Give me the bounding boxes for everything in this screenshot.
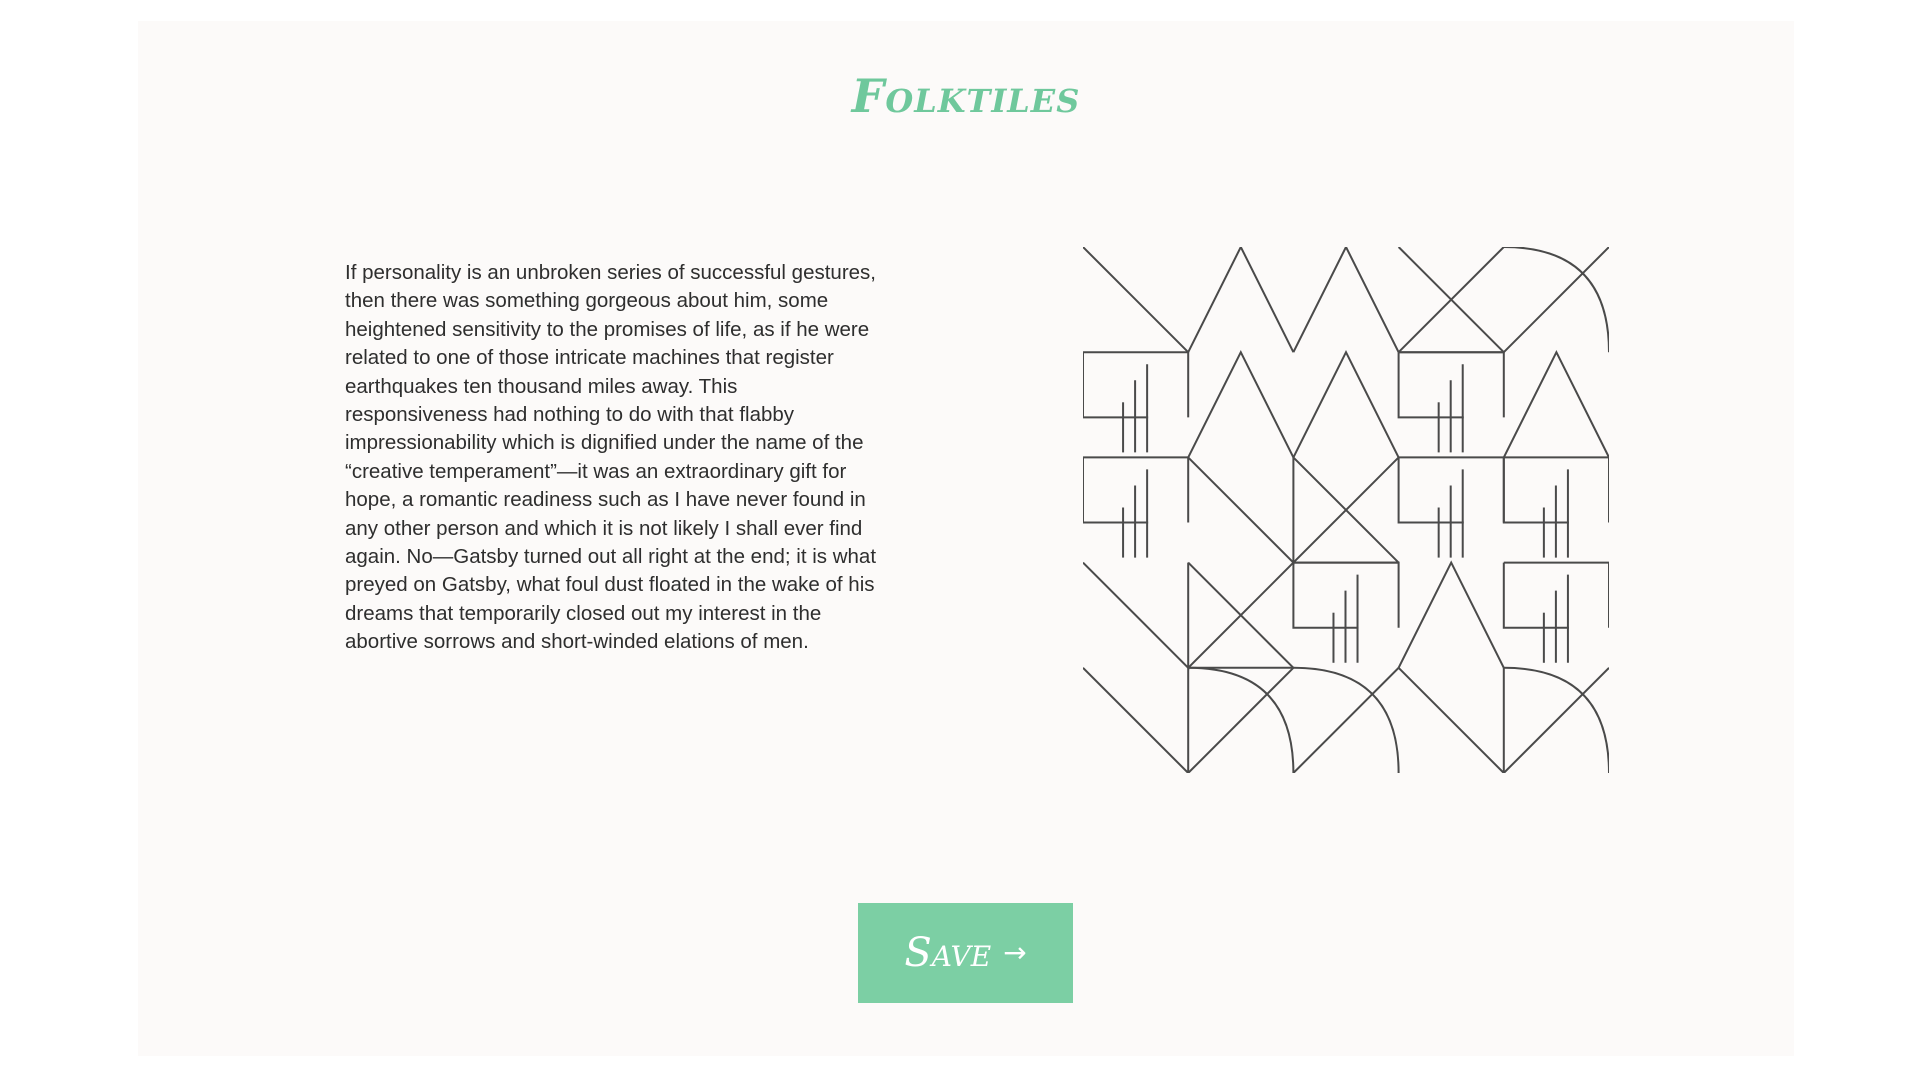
pattern-stroke bbox=[1187, 349, 1295, 458]
pattern-tile-x-cross bbox=[1292, 456, 1400, 564]
pattern-stroke bbox=[1187, 247, 1295, 353]
pattern-stroke bbox=[1083, 457, 1149, 524]
pattern-tile-triangle bbox=[1292, 247, 1400, 353]
pattern-tile-diag bbox=[1083, 667, 1190, 773]
arrow-right-icon: → bbox=[1003, 936, 1027, 969]
pattern-tile-triangle bbox=[1397, 560, 1505, 669]
save-button[interactable]: Save → bbox=[858, 903, 1073, 1003]
pattern-tile-diag bbox=[1083, 561, 1190, 671]
pattern-tile-box bbox=[1397, 351, 1505, 453]
pattern-tile-triangle bbox=[1292, 349, 1400, 458]
pattern-tile-diag bbox=[1187, 456, 1295, 566]
pattern-tile-box bbox=[1502, 456, 1609, 558]
pattern-tile-arc-diag bbox=[1503, 666, 1609, 773]
pattern-tile-diag bbox=[1397, 667, 1505, 773]
quote-text: If personality is an unbroken series of … bbox=[345, 261, 877, 654]
pattern-stroke bbox=[1292, 562, 1359, 629]
pattern-tile-zig bbox=[1083, 247, 1189, 353]
pattern-tile-arc-diag bbox=[1292, 666, 1400, 773]
pattern-stroke bbox=[1397, 560, 1505, 669]
pattern-stroke bbox=[1083, 352, 1149, 419]
save-button-label: Save bbox=[904, 930, 992, 976]
pattern-tile-triangle bbox=[1187, 349, 1295, 458]
pattern-stroke bbox=[1187, 667, 1295, 773]
pattern-tile-box bbox=[1397, 456, 1505, 558]
pattern-stroke bbox=[1503, 667, 1609, 773]
pattern-tile-box bbox=[1083, 456, 1190, 558]
pattern-stroke bbox=[1187, 456, 1295, 566]
pattern-stroke bbox=[1083, 667, 1190, 773]
pattern-stroke bbox=[1502, 457, 1569, 524]
pattern-stroke bbox=[1397, 457, 1464, 524]
pattern-tile-arc-diag bbox=[1187, 666, 1295, 773]
pattern-stroke bbox=[1397, 667, 1505, 773]
pattern-stroke bbox=[1502, 562, 1569, 629]
pattern-tile-x-cross bbox=[1187, 561, 1295, 669]
folk-tile-pattern bbox=[1083, 247, 1609, 773]
pattern-tile-x-cross bbox=[1397, 247, 1505, 354]
pattern-tile-box bbox=[1083, 351, 1190, 453]
main-card: Folktiles If personality is an unbroken … bbox=[138, 21, 1794, 1056]
pattern-stroke bbox=[1292, 667, 1400, 773]
pattern-tile-box bbox=[1502, 561, 1609, 663]
pattern-tile-triangle bbox=[1187, 247, 1295, 353]
pattern-stroke bbox=[1292, 247, 1400, 353]
pattern-tile-triangle bbox=[1502, 349, 1609, 458]
pattern-stroke bbox=[1083, 247, 1189, 353]
pattern-tile-arc-diag bbox=[1503, 247, 1609, 353]
pattern-stroke bbox=[1292, 349, 1400, 458]
pattern-stroke bbox=[1397, 352, 1464, 419]
pattern-stroke bbox=[1502, 349, 1609, 458]
pattern-tile-box bbox=[1292, 561, 1400, 663]
pattern-stroke bbox=[1083, 561, 1190, 671]
brand-title: Folktiles bbox=[851, 69, 1081, 123]
pattern-stroke bbox=[1503, 247, 1609, 353]
